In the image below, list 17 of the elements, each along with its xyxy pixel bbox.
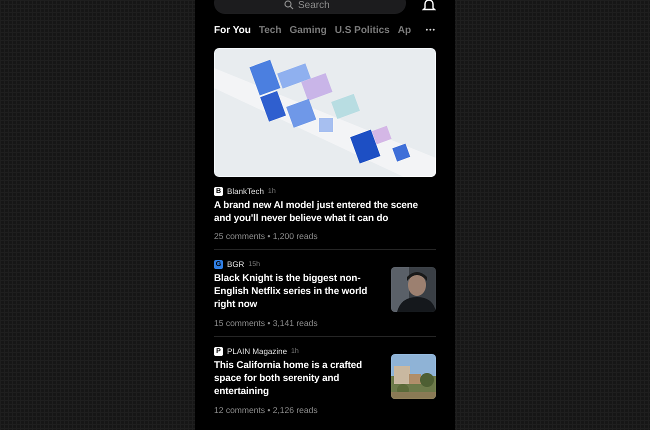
source-name: BGR bbox=[227, 260, 244, 269]
search-field[interactable]: Search bbox=[214, 0, 406, 14]
search-icon bbox=[284, 0, 294, 10]
headline[interactable]: This California home is a crafted space for both serenity and entertaining bbox=[214, 359, 381, 398]
source-name: PLAIN Magazine bbox=[227, 347, 288, 356]
headline[interactable]: Black Knight is the biggest non-English Netflix series in the world right now bbox=[214, 272, 381, 311]
source-name: BlankTech bbox=[227, 187, 264, 196]
category-tab[interactable]: Tech bbox=[258, 24, 282, 36]
article-stats: 25 comments • 1,200 reads bbox=[214, 231, 319, 241]
article-stats: 15 comments • 3,141 reads bbox=[214, 318, 319, 328]
category-tab[interactable]: For You bbox=[214, 24, 251, 36]
category-tab[interactable]: U.S Politics bbox=[334, 24, 390, 36]
headline[interactable]: A brand new AI model just entered the scene and you'll never believe what it can do bbox=[214, 199, 436, 225]
category-tab[interactable]: Ap bbox=[398, 24, 412, 36]
article-stats: 12 comments • 2,126 reads bbox=[214, 405, 319, 415]
bell-icon[interactable] bbox=[422, 0, 436, 11]
category-tab[interactable]: Gaming bbox=[289, 24, 327, 36]
